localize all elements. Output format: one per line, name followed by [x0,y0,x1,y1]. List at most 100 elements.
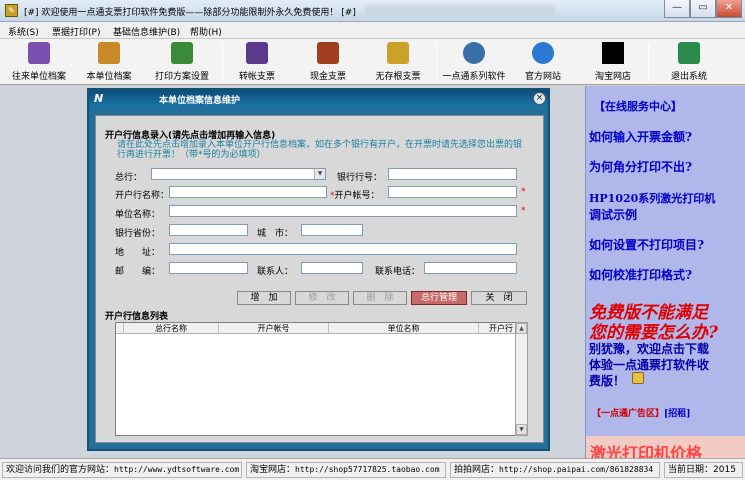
head-office-button[interactable]: 总行管理 [411,291,467,305]
city-label: 城 市： [257,229,294,239]
toolbar-stubless-check-button[interactable]: 无存根支票 [366,39,430,85]
menu-bar: 系统(S) 票据打印(P) 基础信息维护(B) 帮助(H) [0,22,745,39]
unit-name-input[interactable] [169,205,517,217]
toolbar-website-button[interactable]: 官方网站 [514,39,572,85]
province-input[interactable] [169,224,248,236]
toolbar-separator [222,43,223,81]
exit-icon [678,42,700,64]
toolbar: 往来单位档案 本单位档案 打印方案设置 转帐支票 现金支票 无存根支票 一点通系… [0,39,745,85]
title-blur-area [365,5,555,15]
ad-banner-text: 激光打印机价格 [590,444,703,458]
transfer-check-icon [246,42,268,64]
status-paipai[interactable]: 拍拍网店：http://shop.paipai.com/861828834 [450,462,660,478]
ad-link[interactable]: [招租] [664,409,691,419]
column-header[interactable]: 单位名称 [329,323,479,334]
head-bank-select[interactable]: ▼ [151,168,326,180]
list-scrollbar[interactable]: ▲ ▼ [515,322,528,436]
ad-banner[interactable]: 激光打印机价格 [586,436,745,458]
menu-basic-info[interactable]: 基础信息维护(B) [113,25,180,38]
postcode-label: 邮 编： [115,267,161,277]
bank-list-table[interactable]: 总行名称 开户帐号 单位名称 开户行 [115,322,528,436]
software-icon [463,42,485,64]
dialog-title: 本单位档案信息维护 [159,96,241,106]
help-link-skip-items[interactable]: 如何设置不打印项目? [589,236,704,253]
ad-label: 【一点通广告区】 [592,409,665,419]
minimize-button[interactable]: — [664,0,690,18]
add-button[interactable]: 增 加 [237,291,291,305]
promo-text-1[interactable]: 别犹豫，欢迎点击下载 [589,340,709,357]
bank-name-input[interactable] [169,186,327,198]
scroll-up-icon[interactable]: ▲ [516,323,527,334]
account-no-label: *开户帐号： [330,191,380,201]
print-settings-icon [171,42,193,64]
promo-text-2[interactable]: 体验一点通票打软件收 [589,356,709,373]
ie-icon [532,42,554,64]
download-icon[interactable] [632,372,644,384]
edit-button[interactable]: 修 改 [295,291,349,305]
bank-name-label: 开户行名称： [115,191,170,201]
status-taobao[interactable]: 淘宝网店：http://shop57717825.taobao.com [246,462,446,478]
phone-label: 联系电话： [375,267,421,277]
menu-system[interactable]: 系统(S) [8,25,39,38]
toolbar-separator [648,43,649,81]
shop-icon [602,42,624,64]
contact-label: 联系人： [257,267,294,277]
service-header: 【在线服务中心】 [594,100,682,113]
entry-hint: 请在此处先点击增加录入本单位开户行信息档案，如在多个银行有开户，在开票时请先选择… [117,140,523,160]
address-label: 地 址： [115,248,161,258]
toolbar-exit-button[interactable]: 退出系统 [660,39,718,85]
help-link-cents[interactable]: 为何角分打印不出? [589,158,692,175]
scroll-down-icon[interactable]: ▼ [516,424,527,435]
list-header: 总行名称 开户帐号 单位名称 开户行 [116,323,527,334]
address-input[interactable] [169,243,517,255]
title-bar: ✎ [#] 欢迎使用一点通支票打印软件免费版——除部分功能限制外永久免费使用！ … [0,0,745,22]
app-icon: ✎ [5,4,18,17]
help-link-calibrate[interactable]: 如何校准打印格式? [589,266,692,283]
close-dialog-button[interactable]: 关 闭 [471,291,527,305]
cash-check-icon [317,42,339,64]
toolbar-own-unit-button[interactable]: 本单位档案 [78,39,140,85]
required-star: * [521,206,526,216]
required-star: * [521,187,526,197]
promo-text-3[interactable]: 费版！ [589,372,625,389]
unit-archive-dialog: N 本单位档案信息维护 × 开户行信息录入(请先点击增加再输入信息) 请在此处先… [87,88,550,451]
bank-no-label: 银行行号： [337,173,383,183]
maximize-button[interactable]: ▭ [690,0,716,18]
city-input[interactable] [301,224,363,236]
ad-area: 【一点通广告区】[招租] [592,406,691,419]
status-bar: 欢迎访问我们的官方网站：http://www.ydtsoftware.com 淘… [0,458,745,480]
contact-input[interactable] [301,262,363,274]
help-link-hp1020[interactable]: HP1020系列激光打印机 [589,190,715,206]
postcode-input[interactable] [169,262,248,274]
help-link-hp1020-2[interactable]: 调试示例 [589,206,637,223]
column-header [116,323,124,334]
chevron-down-icon[interactable]: ▼ [314,169,325,179]
people-icon [28,42,50,64]
bank-no-input[interactable] [388,168,517,180]
close-window-button[interactable]: ✕ [716,0,742,18]
delete-button[interactable]: 删 除 [353,291,407,305]
list-title: 开户行信息列表 [105,312,169,322]
window-title: [#] 欢迎使用一点通支票打印软件免费版——除部分功能限制外永久免费使用！ [#… [24,8,356,18]
status-date: 当前日期：2015 [664,462,743,478]
column-header[interactable]: 开户行 [479,323,516,334]
menu-print[interactable]: 票据打印(P) [52,25,100,38]
column-header[interactable]: 总行名称 [124,323,219,334]
unit-name-label: 单位名称： [115,210,161,220]
status-website[interactable]: 欢迎访问我们的官方网站：http://www.ydtsoftware.com [2,462,242,478]
toolbar-taobao-button[interactable]: 淘宝网店 [584,39,642,85]
account-no-input[interactable] [388,186,517,198]
dialog-title-bar: N 本单位档案信息维护 × [89,90,548,107]
help-link-amount[interactable]: 如何输入开票金额? [589,128,692,145]
toolbar-print-settings-button[interactable]: 打印方案设置 [146,39,218,85]
toolbar-transfer-check-button[interactable]: 转帐支票 [228,39,286,85]
toolbar-software-button[interactable]: 一点通系列软件 [440,39,508,85]
phone-input[interactable] [424,262,517,274]
dialog-close-icon[interactable]: × [533,92,546,105]
province-label: 银行省份： [115,229,161,239]
column-header[interactable]: 开户帐号 [219,323,329,334]
toolbar-partners-button[interactable]: 往来单位档案 [4,39,74,85]
menu-help[interactable]: 帮助(H) [190,25,222,38]
toolbar-cash-check-button[interactable]: 现金支票 [298,39,358,85]
dialog-logo: N [94,92,104,105]
